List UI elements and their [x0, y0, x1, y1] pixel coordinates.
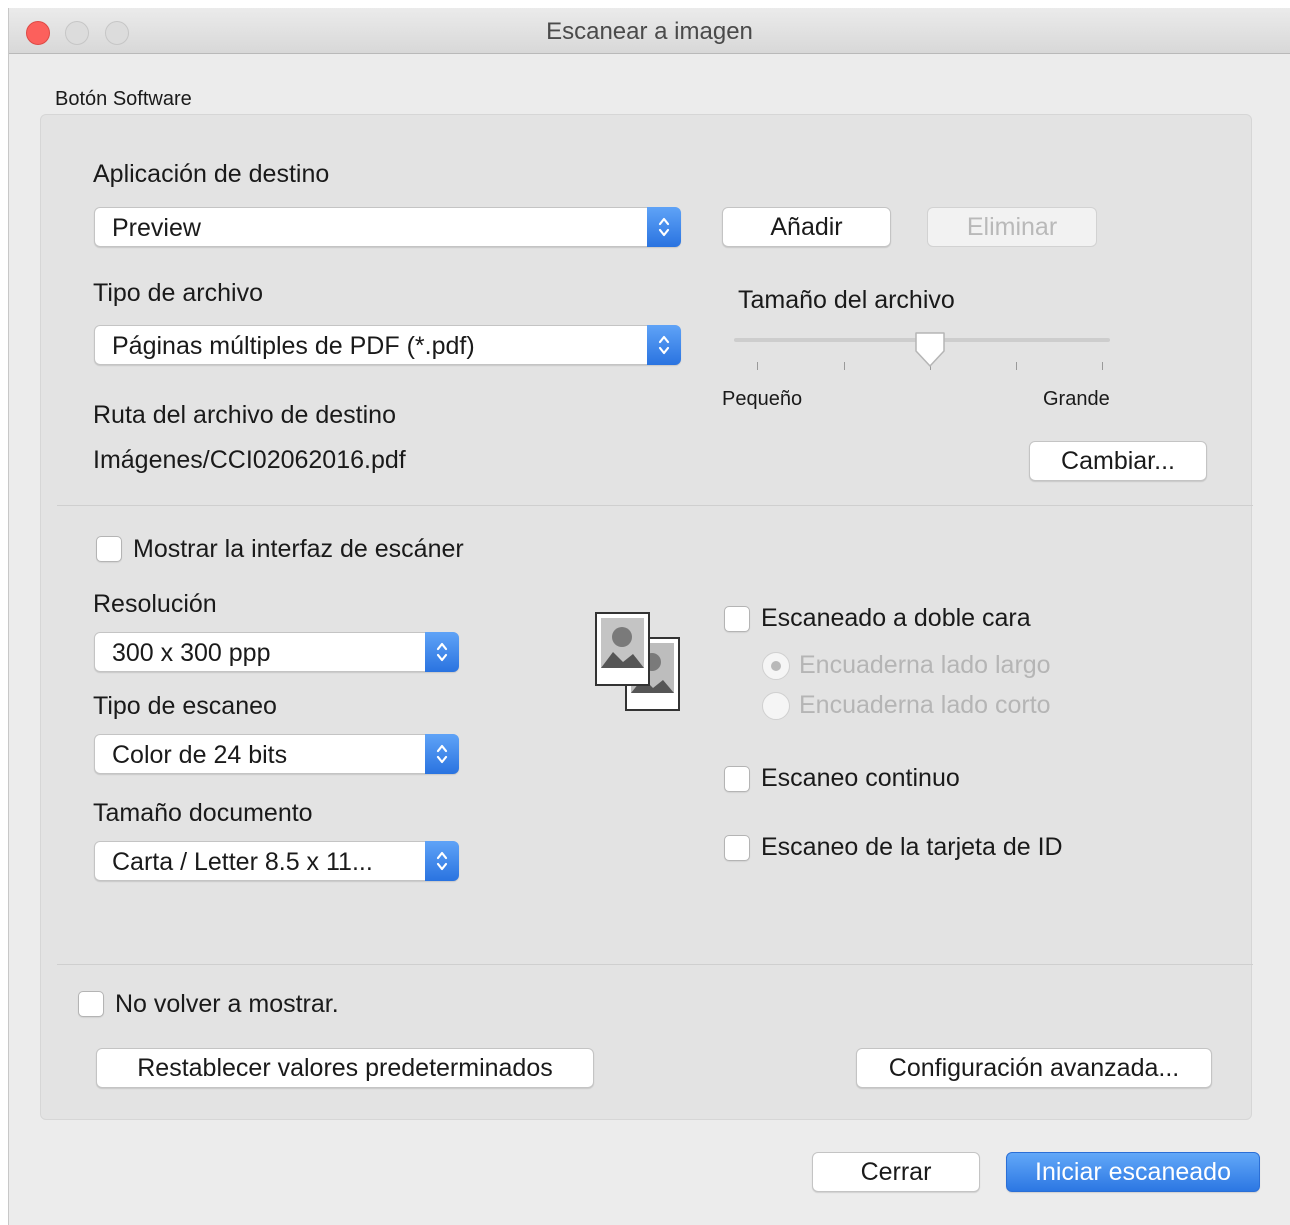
separator: [57, 964, 1253, 965]
duplex-checkbox[interactable]: [724, 606, 750, 632]
short-edge-radio[interactable]: [762, 692, 790, 720]
chevron-updown-icon: [647, 325, 681, 365]
file-type-value: Páginas múltiples de PDF (*.pdf): [112, 332, 475, 360]
resolution-value: 300 x 300 ppp: [112, 639, 271, 667]
scan-type-value: Color de 24 bits: [112, 741, 288, 769]
continuous-scan-checkbox[interactable]: [724, 766, 750, 792]
continuous-scan-label: Escaneo continuo: [761, 764, 960, 792]
chevron-updown-icon: [647, 207, 681, 247]
doc-size-label: Tamaño documento: [93, 799, 313, 827]
close-button[interactable]: Cerrar: [812, 1152, 980, 1192]
scan-type-select[interactable]: Color de 24 bits: [94, 734, 459, 774]
add-app-button[interactable]: Añadir: [722, 207, 891, 247]
doc-size-select[interactable]: Carta / Letter 8.5 x 11...: [94, 841, 459, 881]
group-label: Botón Software: [55, 88, 192, 110]
dest-path-label: Ruta del archivo de destino: [93, 401, 396, 429]
separator: [57, 505, 1253, 506]
dont-show-again-label: No volver a mostrar.: [115, 990, 339, 1018]
resolution-label: Resolución: [93, 590, 217, 618]
chevron-updown-icon: [425, 632, 459, 672]
advanced-settings-button[interactable]: Configuración avanzada...: [856, 1048, 1212, 1088]
slider-tick: [1016, 362, 1017, 370]
file-type-label: Tipo de archivo: [93, 279, 263, 307]
long-edge-label: Encuaderna lado largo: [799, 651, 1051, 679]
radio-dot: [771, 661, 781, 671]
remove-app-button[interactable]: Eliminar: [927, 207, 1097, 247]
title-bar: Escanear a imagen: [9, 8, 1290, 54]
duplex-label: Escaneado a doble cara: [761, 604, 1031, 632]
scan-type-label: Tipo de escaneo: [93, 692, 277, 720]
resolution-select[interactable]: 300 x 300 ppp: [94, 632, 459, 672]
show-scanner-ui-label: Mostrar la interfaz de escáner: [133, 535, 464, 563]
target-app-label: Aplicación de destino: [93, 160, 330, 188]
file-type-select[interactable]: Páginas múltiples de PDF (*.pdf): [94, 325, 681, 365]
slider-tick: [757, 362, 758, 370]
file-size-slider-thumb[interactable]: [913, 330, 947, 375]
short-edge-label: Encuaderna lado corto: [799, 691, 1051, 719]
change-path-button[interactable]: Cambiar...: [1029, 441, 1207, 481]
slider-tick: [1102, 362, 1103, 370]
window-title: Escanear a imagen: [546, 18, 753, 45]
chevron-updown-icon: [425, 734, 459, 774]
dont-show-again-checkbox[interactable]: [78, 991, 104, 1017]
dest-path-value: Imágenes/CCI02062016.pdf: [93, 446, 406, 474]
chevron-updown-icon: [425, 841, 459, 881]
file-size-min-label: Pequeño: [722, 388, 803, 410]
slider-tick: [844, 362, 845, 370]
long-edge-radio[interactable]: [762, 652, 790, 680]
target-app-select[interactable]: Preview: [94, 207, 681, 247]
target-app-value: Preview: [112, 214, 201, 242]
start-scan-button[interactable]: Iniciar escaneado: [1006, 1152, 1260, 1192]
file-size-label: Tamaño del archivo: [738, 286, 955, 314]
file-size-max-label: Grande: [1043, 388, 1110, 410]
id-card-scan-checkbox[interactable]: [724, 835, 750, 861]
show-scanner-ui-checkbox[interactable]: [96, 536, 122, 562]
reset-defaults-button[interactable]: Restablecer valores predeterminados: [96, 1048, 594, 1088]
doc-size-value: Carta / Letter 8.5 x 11...: [112, 848, 373, 876]
duplex-pages-icon: [593, 610, 683, 719]
id-card-scan-label: Escaneo de la tarjeta de ID: [761, 833, 1063, 861]
